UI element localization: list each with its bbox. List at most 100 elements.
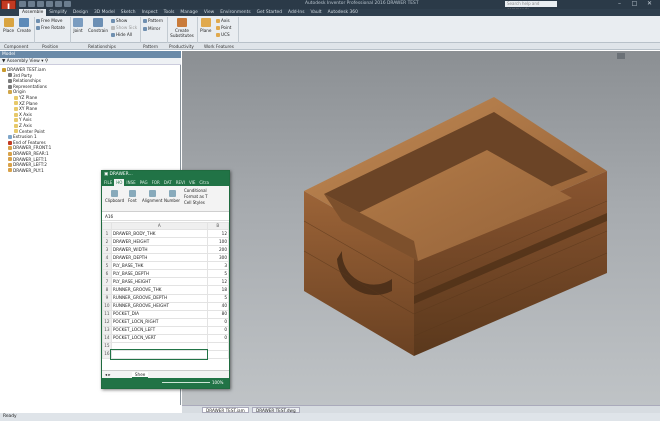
cell-a[interactable]: RUNNER_GROOVE_THK xyxy=(110,285,208,295)
cell-b[interactable]: 0 xyxy=(206,333,230,343)
sheet-nav-icon[interactable]: ◂ ▸ xyxy=(102,372,111,377)
undo-icon[interactable] xyxy=(46,1,53,7)
mirror-button[interactable]: Mirror xyxy=(143,26,160,31)
tab-get-started[interactable]: Get Started xyxy=(254,9,285,16)
row-header[interactable]: 6 xyxy=(102,269,112,279)
cell-a[interactable]: DRAWER_HEIGHT xyxy=(110,237,208,247)
cell-styles-button[interactable]: Cell Styles xyxy=(184,200,208,206)
tab-view[interactable]: View xyxy=(201,9,217,16)
group-work-features-label[interactable]: Work Features xyxy=(204,44,234,49)
excel-tab-review[interactable]: REVI xyxy=(174,179,187,186)
font-group[interactable]: Font xyxy=(128,190,137,203)
row-header[interactable]: 5 xyxy=(102,261,112,271)
tab-add-ins[interactable]: Add-Ins xyxy=(285,9,307,16)
home-icon[interactable] xyxy=(64,1,71,7)
excel-tab-data[interactable]: DAT xyxy=(162,179,174,186)
alignment-group[interactable]: Alignment xyxy=(142,190,163,203)
tab-3d-model[interactable]: 3D Model xyxy=(91,9,118,16)
cell-b[interactable]: 0 xyxy=(206,325,230,335)
constrain-button[interactable]: Constrain xyxy=(88,18,108,33)
row-header[interactable]: 16 xyxy=(102,349,112,360)
name-box[interactable]: A16 xyxy=(102,214,113,219)
tab-environments[interactable]: Environments xyxy=(217,9,253,16)
excel-tab-page[interactable]: PAG xyxy=(138,179,150,186)
row-header[interactable]: 13 xyxy=(102,325,112,335)
save-icon[interactable] xyxy=(37,1,44,7)
excel-tab-formulas[interactable]: FOR xyxy=(150,179,162,186)
cell-a[interactable]: POCKET_DIA xyxy=(110,309,208,319)
row-header[interactable]: 9 xyxy=(102,293,112,303)
cell-b[interactable]: 5 xyxy=(206,293,230,303)
minimize-icon[interactable]: – xyxy=(612,0,627,8)
chevron-down-icon[interactable]: ▾ xyxy=(41,59,43,64)
excel-tab-view[interactable]: VIE xyxy=(187,179,197,186)
open-icon[interactable] xyxy=(28,1,35,7)
redo-icon[interactable] xyxy=(55,1,62,7)
ucs-button[interactable]: UCS xyxy=(216,32,230,37)
cell-a[interactable]: PLY_BASE_THK xyxy=(110,261,208,271)
group-component-label[interactable]: Component xyxy=(4,44,28,49)
show-sick-button[interactable]: Show Sick xyxy=(111,25,137,30)
row-header[interactable]: 14 xyxy=(102,333,112,343)
tab-assemble[interactable]: Assemble xyxy=(19,9,47,16)
group-position-label[interactable]: Position xyxy=(42,44,58,49)
cell-b[interactable]: 200 xyxy=(206,245,230,255)
axis-button[interactable]: Axis xyxy=(216,18,230,23)
cell-b[interactable]: 5 xyxy=(206,269,230,279)
corner-cell[interactable] xyxy=(102,222,112,230)
row-header[interactable]: 12 xyxy=(102,317,112,327)
plane-button[interactable]: Plane xyxy=(200,18,212,33)
group-productivity-label[interactable]: Productivity xyxy=(169,44,194,49)
cell-b[interactable]: 12 xyxy=(206,277,230,287)
tab-simplify[interactable]: Simplify xyxy=(46,9,70,16)
cell-a[interactable]: RUNNER_GROOVE_HEIGHT xyxy=(110,301,208,311)
cell-a[interactable]: DRAWER_DEPTH xyxy=(110,253,208,263)
group-pattern-label[interactable]: Pattern xyxy=(143,44,158,49)
joint-button[interactable]: Joint xyxy=(73,18,83,33)
tab-tools[interactable]: Tools xyxy=(161,9,178,16)
cell-a[interactable]: PLY_BASE_HEIGHT xyxy=(110,277,208,287)
excel-tab-home[interactable]: HO xyxy=(114,179,125,186)
cell-a[interactable]: DRAWER_WIDTH xyxy=(110,245,208,255)
tab-autodesk-360[interactable]: Autodesk 360 xyxy=(325,9,361,16)
cell-b[interactable]: 100 xyxy=(206,237,230,247)
excel-tab-file[interactable]: FILE xyxy=(102,179,114,186)
tab-inspect[interactable]: Inspect xyxy=(139,9,161,16)
group-relationships-label[interactable]: Relationships xyxy=(88,44,116,49)
row-header[interactable]: 1 xyxy=(102,228,112,239)
row-header[interactable]: 7 xyxy=(102,277,112,287)
cell-b[interactable]: 300 xyxy=(206,253,230,263)
row-header[interactable]: 11 xyxy=(102,309,112,319)
cell-b[interactable]: 18 xyxy=(206,285,230,295)
tab-design[interactable]: Design xyxy=(70,9,91,16)
maximize-icon[interactable]: □ xyxy=(627,0,642,8)
create-substitutes-button[interactable]: Create Substitutes xyxy=(170,18,194,38)
cell-b[interactable]: 80 xyxy=(206,309,230,319)
create-button[interactable]: Create xyxy=(17,18,31,33)
zoom-slider[interactable] xyxy=(162,382,210,383)
row-header[interactable]: 4 xyxy=(102,253,112,263)
pattern-button[interactable]: Pattern xyxy=(143,18,163,23)
binoculars-icon[interactable]: ⚲ xyxy=(45,59,48,64)
close-icon[interactable]: ✕ xyxy=(642,0,657,8)
cell-a[interactable]: POCKET_LOCN_VERT xyxy=(110,333,208,343)
cell-b[interactable]: 12 xyxy=(206,228,230,239)
viewcube-icon[interactable] xyxy=(617,53,625,59)
hide-all-button[interactable]: Hide All xyxy=(111,32,132,37)
row-header[interactable]: 2 xyxy=(102,237,112,247)
column-header-b[interactable]: B xyxy=(206,222,230,230)
cell-a[interactable] xyxy=(110,349,209,360)
clipboard-group[interactable]: Clipboard xyxy=(105,190,124,203)
point-button[interactable]: Point xyxy=(216,25,231,30)
row-header[interactable]: 15 xyxy=(102,341,112,351)
free-move-button[interactable]: Free Move xyxy=(36,18,62,23)
cell-a[interactable]: POCKET_LOCN_RIGHT xyxy=(110,317,208,327)
cell-b[interactable]: 0 xyxy=(206,317,230,327)
cell-a[interactable]: POCKET_LOCN_LEFT xyxy=(110,325,208,335)
filter-icon[interactable]: ▼ xyxy=(2,59,5,64)
excel-tab-citra[interactable]: Citra xyxy=(197,179,211,186)
free-rotate-button[interactable]: Free Rotate xyxy=(36,25,65,30)
row-header[interactable]: 10 xyxy=(102,301,112,311)
new-icon[interactable] xyxy=(19,1,26,7)
cell-b[interactable] xyxy=(206,341,230,351)
